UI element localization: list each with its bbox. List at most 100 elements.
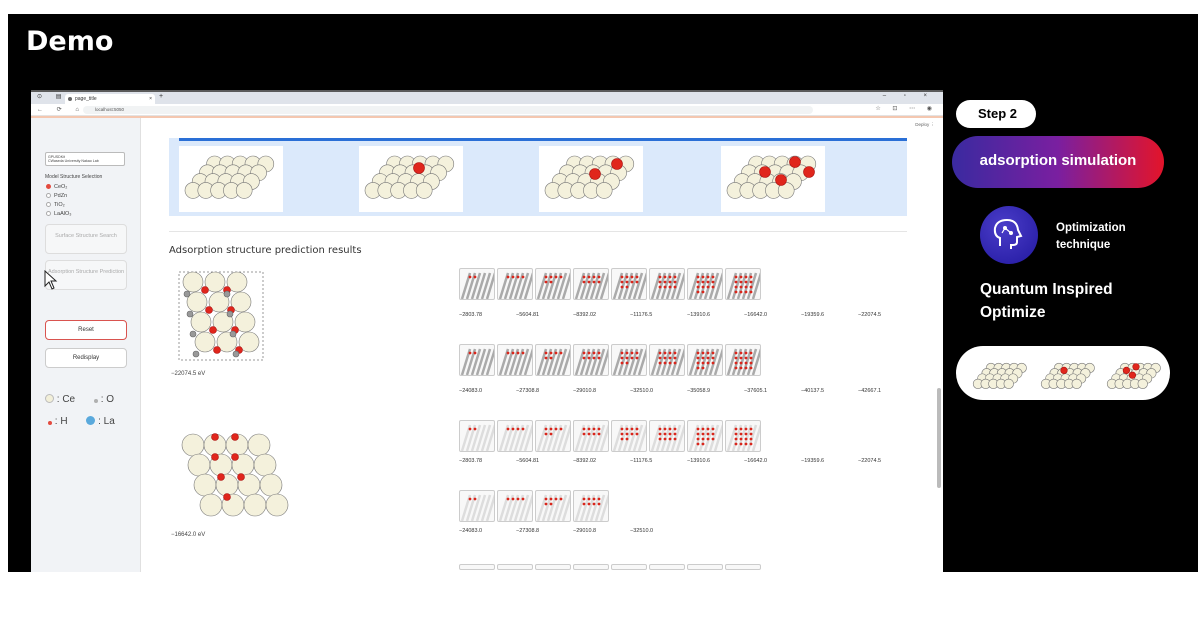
- toolbar-icons[interactable]: ☆ ⊡ ⋯ ◉: [875, 105, 937, 112]
- structure-thumbnail[interactable]: [649, 564, 685, 570]
- structure-thumbnail[interactable]: [725, 344, 761, 376]
- energy-value: −2803.78: [459, 458, 483, 464]
- structure-thumbnail[interactable]: [611, 344, 647, 376]
- h-atom: [516, 275, 520, 279]
- window-controls[interactable]: – ▫ ×: [883, 93, 935, 99]
- redisplay-button[interactable]: Redisplay: [45, 348, 127, 368]
- structure-thumbnail[interactable]: [459, 420, 495, 452]
- structure-thumbnail[interactable]: [497, 420, 533, 452]
- structure-thumbnail[interactable]: [535, 344, 571, 376]
- reset-button[interactable]: Reset: [45, 320, 127, 340]
- structure-thumbnail[interactable]: [687, 268, 723, 300]
- structure-thumbnail[interactable]: [497, 564, 533, 570]
- h-atom: [668, 427, 672, 431]
- h-atom: [744, 351, 748, 355]
- structure-thumbnail[interactable]: [687, 344, 723, 376]
- deploy-menu[interactable]: Deploy ⋮: [915, 122, 935, 128]
- structure-1-energy: −22074.5 eV: [171, 371, 206, 377]
- energy-value: −27308.8: [516, 528, 540, 534]
- h-atom: [211, 453, 219, 461]
- structure-thumbnail[interactable]: [459, 490, 495, 522]
- url-input[interactable]: localhost:5050: [83, 106, 813, 114]
- structure-thumbnail[interactable]: [573, 268, 609, 300]
- thumbnail-graphic: [498, 348, 532, 375]
- thumbnail-graphic: [574, 272, 608, 299]
- h-atom: [711, 280, 715, 284]
- browser-tab[interactable]: page_title ×: [65, 94, 155, 104]
- structure-thumbnail[interactable]: [573, 344, 609, 376]
- structure-thumbnail[interactable]: [611, 564, 647, 570]
- h-atom: [706, 275, 710, 279]
- tab-close-icon[interactable]: ×: [149, 94, 152, 104]
- structure-thumbnail[interactable]: [535, 268, 571, 300]
- structure-thumbnail[interactable]: [497, 490, 533, 522]
- h-atom: [635, 356, 639, 360]
- structure-thumbnail[interactable]: [573, 490, 609, 522]
- sidebar: GPUSDKit CWaseda University Nakao Lab Mo…: [31, 118, 141, 572]
- structure-thumbnail[interactable]: [611, 268, 647, 300]
- h-atom: [511, 497, 515, 501]
- surface-search-button[interactable]: Surface Structure Search: [45, 224, 127, 254]
- h-atom: [559, 427, 563, 431]
- structure-thumbnail[interactable]: [611, 420, 647, 452]
- h-atom: [668, 361, 672, 365]
- structure-thumbnail[interactable]: [687, 564, 723, 570]
- thumbnail-graphic: [726, 348, 760, 375]
- h-atom: [663, 427, 667, 431]
- structure-thumbnail[interactable]: [573, 420, 609, 452]
- scrollbar[interactable]: [937, 388, 941, 488]
- thumbnail-graphic: [688, 272, 722, 299]
- radio-ceo2[interactable]: CeO₂: [46, 184, 67, 190]
- h-atom: [625, 427, 629, 431]
- h-atom: [544, 432, 548, 436]
- structure-thumbnail[interactable]: [573, 564, 609, 570]
- structure-thumbnail[interactable]: [459, 268, 495, 300]
- radio-laalo3[interactable]: LaAlO₃: [46, 211, 72, 217]
- adsorbate-atom: [1122, 366, 1130, 375]
- h-atom: [744, 290, 748, 294]
- radio-pdzn[interactable]: PdZn: [46, 193, 67, 199]
- h-atom: [516, 497, 520, 501]
- energy-value: −22074.5: [858, 458, 882, 464]
- thumbnail-graphic: [688, 424, 722, 451]
- structure-thumbnail[interactable]: [725, 268, 761, 300]
- structure-thumbnail[interactable]: [535, 564, 571, 570]
- adsorbate-atom: [1060, 366, 1068, 375]
- structure-thumbnail[interactable]: [497, 344, 533, 376]
- h-atom: [549, 280, 553, 284]
- structure-thumbnail[interactable]: [497, 268, 533, 300]
- structure-thumbnail[interactable]: [649, 344, 685, 376]
- structure-thumbnail[interactable]: [459, 564, 495, 570]
- new-tab-icon[interactable]: +: [159, 93, 163, 100]
- structure-thumbnail[interactable]: [459, 344, 495, 376]
- model-selection-heading: Model Structure Selection: [45, 174, 103, 180]
- structure-thumbnail[interactable]: [535, 420, 571, 452]
- radio-tio2[interactable]: TiO₂: [46, 202, 65, 208]
- h-atom: [473, 497, 477, 501]
- h-atom: [701, 285, 705, 289]
- h-atom: [630, 432, 634, 436]
- legend-la-label: : La: [98, 416, 115, 427]
- structure-thumbnail[interactable]: [725, 564, 761, 570]
- h-atom: [749, 361, 753, 365]
- h-atom: [658, 351, 662, 355]
- nav-buttons[interactable]: ← ⟳ ⌂: [37, 106, 85, 113]
- h-atom: [734, 280, 738, 284]
- structure-thumbnail[interactable]: [687, 420, 723, 452]
- thumb-row-2: [459, 344, 761, 376]
- thumbnail-graphic: [574, 424, 608, 451]
- h-atom: [592, 280, 596, 284]
- structure-thumbnail[interactable]: [649, 420, 685, 452]
- structure-thumbnail[interactable]: [725, 420, 761, 452]
- structure-thumbnail[interactable]: [649, 268, 685, 300]
- h-atom: [696, 361, 700, 365]
- structure-thumbnail[interactable]: [535, 490, 571, 522]
- h-atom: [744, 437, 748, 441]
- h-atom: [734, 361, 738, 365]
- thumbnail-graphic: [574, 494, 608, 521]
- h-atom: [696, 290, 700, 294]
- ce-atom: [193, 473, 217, 497]
- h-atom: [620, 361, 624, 365]
- window-menu-icons[interactable]: ⊙ ▤: [37, 93, 67, 100]
- thumbnail-graphic: [536, 348, 570, 375]
